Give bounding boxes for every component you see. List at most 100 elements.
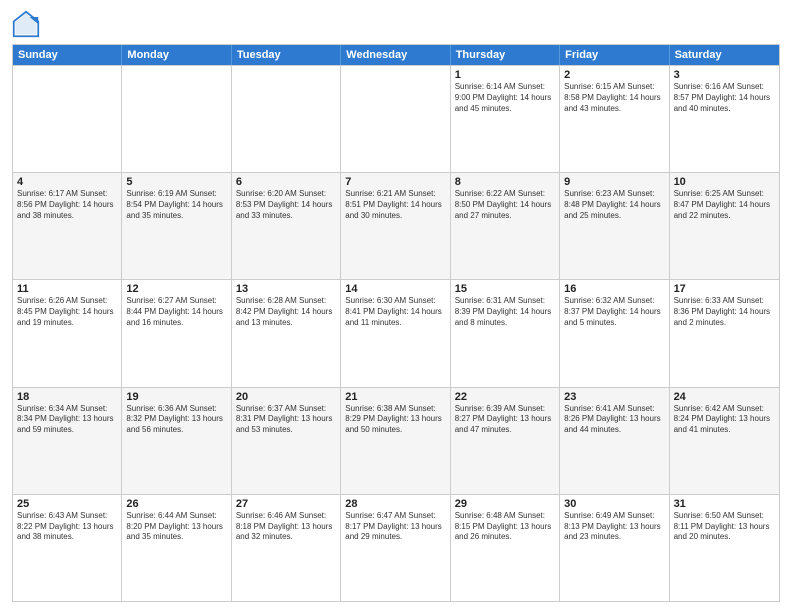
calendar: SundayMondayTuesdayWednesdayThursdayFrid… — [12, 44, 780, 602]
day-number: 5 — [126, 176, 226, 188]
day-number: 1 — [455, 69, 555, 81]
calendar-cell: 15Sunrise: 6:31 AM Sunset: 8:39 PM Dayli… — [451, 280, 560, 386]
cell-info: Sunrise: 6:20 AM Sunset: 8:53 PM Dayligh… — [236, 189, 336, 221]
cell-info: Sunrise: 6:22 AM Sunset: 8:50 PM Dayligh… — [455, 189, 555, 221]
calendar-cell: 11Sunrise: 6:26 AM Sunset: 8:45 PM Dayli… — [13, 280, 122, 386]
day-number: 11 — [17, 283, 117, 295]
cell-info: Sunrise: 6:21 AM Sunset: 8:51 PM Dayligh… — [345, 189, 445, 221]
calendar-cell — [122, 66, 231, 172]
calendar-header: SundayMondayTuesdayWednesdayThursdayFrid… — [13, 45, 779, 65]
calendar-cell: 28Sunrise: 6:47 AM Sunset: 8:17 PM Dayli… — [341, 495, 450, 601]
calendar-cell: 10Sunrise: 6:25 AM Sunset: 8:47 PM Dayli… — [670, 173, 779, 279]
calendar-cell: 27Sunrise: 6:46 AM Sunset: 8:18 PM Dayli… — [232, 495, 341, 601]
cell-info: Sunrise: 6:34 AM Sunset: 8:34 PM Dayligh… — [17, 404, 117, 436]
calendar-body: 1Sunrise: 6:14 AM Sunset: 9:00 PM Daylig… — [13, 65, 779, 601]
calendar-cell — [232, 66, 341, 172]
day-number: 12 — [126, 283, 226, 295]
day-number: 2 — [564, 69, 664, 81]
cell-info: Sunrise: 6:39 AM Sunset: 8:27 PM Dayligh… — [455, 404, 555, 436]
weekday-header: Tuesday — [232, 45, 341, 65]
calendar-cell: 22Sunrise: 6:39 AM Sunset: 8:27 PM Dayli… — [451, 388, 560, 494]
cell-info: Sunrise: 6:50 AM Sunset: 8:11 PM Dayligh… — [674, 511, 775, 543]
day-number: 16 — [564, 283, 664, 295]
cell-info: Sunrise: 6:41 AM Sunset: 8:26 PM Dayligh… — [564, 404, 664, 436]
weekday-header: Sunday — [13, 45, 122, 65]
cell-info: Sunrise: 6:33 AM Sunset: 8:36 PM Dayligh… — [674, 296, 775, 328]
calendar-cell: 12Sunrise: 6:27 AM Sunset: 8:44 PM Dayli… — [122, 280, 231, 386]
calendar-cell: 29Sunrise: 6:48 AM Sunset: 8:15 PM Dayli… — [451, 495, 560, 601]
calendar-cell: 1Sunrise: 6:14 AM Sunset: 9:00 PM Daylig… — [451, 66, 560, 172]
cell-info: Sunrise: 6:36 AM Sunset: 8:32 PM Dayligh… — [126, 404, 226, 436]
calendar-cell: 7Sunrise: 6:21 AM Sunset: 8:51 PM Daylig… — [341, 173, 450, 279]
day-number: 21 — [345, 391, 445, 403]
cell-info: Sunrise: 6:31 AM Sunset: 8:39 PM Dayligh… — [455, 296, 555, 328]
weekday-header: Wednesday — [341, 45, 450, 65]
calendar-cell: 13Sunrise: 6:28 AM Sunset: 8:42 PM Dayli… — [232, 280, 341, 386]
calendar-cell: 20Sunrise: 6:37 AM Sunset: 8:31 PM Dayli… — [232, 388, 341, 494]
day-number: 18 — [17, 391, 117, 403]
calendar-cell: 3Sunrise: 6:16 AM Sunset: 8:57 PM Daylig… — [670, 66, 779, 172]
day-number: 3 — [674, 69, 775, 81]
weekday-header: Thursday — [451, 45, 560, 65]
calendar-cell: 5Sunrise: 6:19 AM Sunset: 8:54 PM Daylig… — [122, 173, 231, 279]
cell-info: Sunrise: 6:19 AM Sunset: 8:54 PM Dayligh… — [126, 189, 226, 221]
day-number: 28 — [345, 498, 445, 510]
day-number: 14 — [345, 283, 445, 295]
day-number: 23 — [564, 391, 664, 403]
cell-info: Sunrise: 6:25 AM Sunset: 8:47 PM Dayligh… — [674, 189, 775, 221]
calendar-row: 25Sunrise: 6:43 AM Sunset: 8:22 PM Dayli… — [13, 494, 779, 601]
calendar-cell: 25Sunrise: 6:43 AM Sunset: 8:22 PM Dayli… — [13, 495, 122, 601]
day-number: 29 — [455, 498, 555, 510]
day-number: 8 — [455, 176, 555, 188]
cell-info: Sunrise: 6:46 AM Sunset: 8:18 PM Dayligh… — [236, 511, 336, 543]
calendar-cell: 30Sunrise: 6:49 AM Sunset: 8:13 PM Dayli… — [560, 495, 669, 601]
calendar-cell: 14Sunrise: 6:30 AM Sunset: 8:41 PM Dayli… — [341, 280, 450, 386]
calendar-cell — [341, 66, 450, 172]
cell-info: Sunrise: 6:42 AM Sunset: 8:24 PM Dayligh… — [674, 404, 775, 436]
cell-info: Sunrise: 6:32 AM Sunset: 8:37 PM Dayligh… — [564, 296, 664, 328]
calendar-cell: 21Sunrise: 6:38 AM Sunset: 8:29 PM Dayli… — [341, 388, 450, 494]
day-number: 17 — [674, 283, 775, 295]
cell-info: Sunrise: 6:27 AM Sunset: 8:44 PM Dayligh… — [126, 296, 226, 328]
cell-info: Sunrise: 6:14 AM Sunset: 9:00 PM Dayligh… — [455, 82, 555, 114]
day-number: 13 — [236, 283, 336, 295]
calendar-cell: 19Sunrise: 6:36 AM Sunset: 8:32 PM Dayli… — [122, 388, 231, 494]
calendar-cell: 18Sunrise: 6:34 AM Sunset: 8:34 PM Dayli… — [13, 388, 122, 494]
calendar-cell — [13, 66, 122, 172]
day-number: 30 — [564, 498, 664, 510]
day-number: 4 — [17, 176, 117, 188]
calendar-cell: 4Sunrise: 6:17 AM Sunset: 8:56 PM Daylig… — [13, 173, 122, 279]
day-number: 27 — [236, 498, 336, 510]
cell-info: Sunrise: 6:15 AM Sunset: 8:58 PM Dayligh… — [564, 82, 664, 114]
calendar-cell: 6Sunrise: 6:20 AM Sunset: 8:53 PM Daylig… — [232, 173, 341, 279]
day-number: 15 — [455, 283, 555, 295]
cell-info: Sunrise: 6:23 AM Sunset: 8:48 PM Dayligh… — [564, 189, 664, 221]
calendar-cell: 24Sunrise: 6:42 AM Sunset: 8:24 PM Dayli… — [670, 388, 779, 494]
weekday-header: Monday — [122, 45, 231, 65]
day-number: 10 — [674, 176, 775, 188]
logo-icon — [12, 10, 40, 38]
day-number: 24 — [674, 391, 775, 403]
cell-info: Sunrise: 6:16 AM Sunset: 8:57 PM Dayligh… — [674, 82, 775, 114]
logo — [12, 10, 44, 38]
day-number: 19 — [126, 391, 226, 403]
calendar-cell: 23Sunrise: 6:41 AM Sunset: 8:26 PM Dayli… — [560, 388, 669, 494]
cell-info: Sunrise: 6:48 AM Sunset: 8:15 PM Dayligh… — [455, 511, 555, 543]
day-number: 31 — [674, 498, 775, 510]
calendar-row: 18Sunrise: 6:34 AM Sunset: 8:34 PM Dayli… — [13, 387, 779, 494]
day-number: 6 — [236, 176, 336, 188]
cell-info: Sunrise: 6:47 AM Sunset: 8:17 PM Dayligh… — [345, 511, 445, 543]
day-number: 22 — [455, 391, 555, 403]
calendar-cell: 9Sunrise: 6:23 AM Sunset: 8:48 PM Daylig… — [560, 173, 669, 279]
cell-info: Sunrise: 6:30 AM Sunset: 8:41 PM Dayligh… — [345, 296, 445, 328]
cell-info: Sunrise: 6:28 AM Sunset: 8:42 PM Dayligh… — [236, 296, 336, 328]
cell-info: Sunrise: 6:43 AM Sunset: 8:22 PM Dayligh… — [17, 511, 117, 543]
day-number: 25 — [17, 498, 117, 510]
cell-info: Sunrise: 6:17 AM Sunset: 8:56 PM Dayligh… — [17, 189, 117, 221]
day-number: 20 — [236, 391, 336, 403]
calendar-cell: 8Sunrise: 6:22 AM Sunset: 8:50 PM Daylig… — [451, 173, 560, 279]
day-number: 9 — [564, 176, 664, 188]
calendar-cell: 17Sunrise: 6:33 AM Sunset: 8:36 PM Dayli… — [670, 280, 779, 386]
weekday-header: Saturday — [670, 45, 779, 65]
cell-info: Sunrise: 6:49 AM Sunset: 8:13 PM Dayligh… — [564, 511, 664, 543]
